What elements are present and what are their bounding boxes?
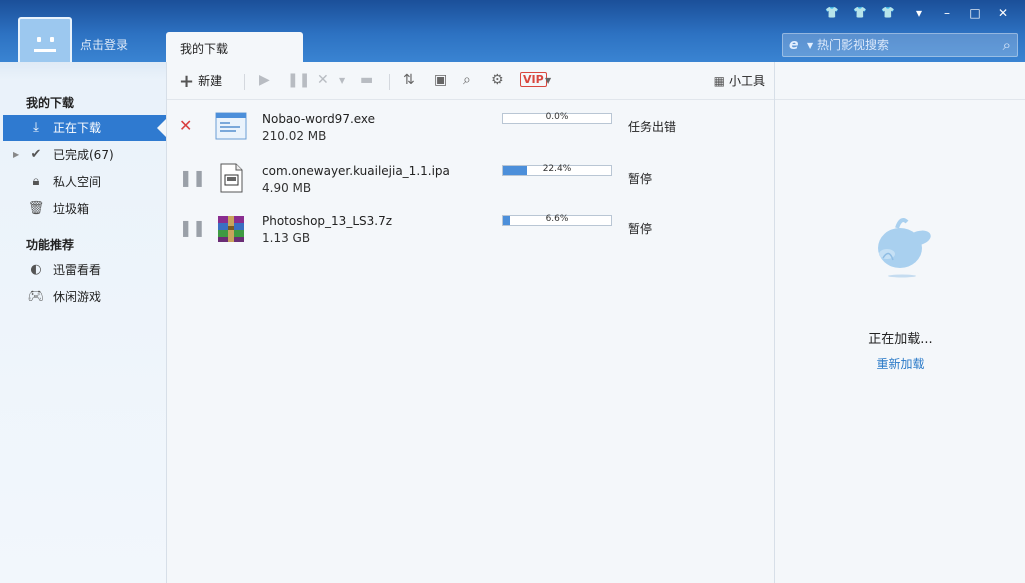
chevron-down-icon[interactable]: ▼: [545, 76, 551, 85]
download-row[interactable]: ❚❚ Photoshop_13_LS3.7z 1.13 GB 6.6% 暂停: [167, 204, 775, 256]
progress-text: 6.6%: [545, 214, 569, 224]
close-icon[interactable]: ✕: [989, 4, 1017, 22]
chevron-down-icon[interactable]: ▼: [339, 76, 345, 85]
sidebar-item-completed[interactable]: ▶ ✔ 已完成(67): [0, 142, 166, 168]
progress-text: 22.4%: [542, 164, 572, 174]
tshirt-icon[interactable]: 👕: [820, 4, 844, 22]
file-name: Nobao-word97.exe: [262, 112, 376, 126]
download-list-panel: + 新建 ▶ ❚❚ ✕ ▼ ▬ ⇅ ▣ ⌕ ⚙ VIP ▼ ▦ 小工具 ✕ No…: [166, 62, 775, 583]
progress-bar: 6.6%: [502, 214, 612, 226]
sidebar-item-label: 已完成(67): [53, 148, 114, 162]
file-size: 210.02 MB: [262, 129, 327, 143]
delete-icon[interactable]: ✕: [317, 72, 329, 88]
ie-icon[interactable]: e: [789, 37, 799, 53]
skin-icons: 👕 👕 👕: [820, 4, 900, 22]
right-panel-header: [775, 62, 1025, 100]
reload-link[interactable]: 重新加载: [775, 355, 1025, 372]
ipa-file-icon: [220, 163, 243, 193]
exe-window-icon: [215, 112, 247, 140]
menu-icon[interactable]: ▾: [905, 4, 933, 22]
status-badge: 暂停: [628, 222, 653, 236]
sidebar-item-private-space[interactable]: 🔒︎ 私人空间: [0, 169, 166, 195]
lock-icon: 🔒︎: [32, 174, 40, 189]
window-controls: ▾ – □ ✕: [905, 4, 1017, 22]
toolbar: + 新建 ▶ ❚❚ ✕ ▼ ▬ ⇅ ▣ ⌕ ⚙ VIP ▼ ▦ 小工具: [167, 62, 775, 100]
folder-icon[interactable]: ▬: [360, 72, 373, 88]
pause-icon[interactable]: ❚❚: [179, 168, 206, 187]
file-name: com.onewayer.kuailejia_1.1.ipa: [262, 164, 450, 178]
plus-icon: +: [179, 71, 195, 92]
sidebar-item-label: 迅雷看看: [53, 263, 102, 277]
search-icon[interactable]: ⌕: [1003, 36, 1011, 54]
gear-icon[interactable]: ⚙: [491, 72, 504, 88]
download-icon: ⤓: [33, 120, 39, 135]
pause-icon[interactable]: ❚❚: [287, 72, 310, 88]
trash-icon: 🗑︎: [27, 201, 45, 216]
tshirt-icon[interactable]: 👕: [876, 4, 900, 22]
sidebar-item-label: 正在下载: [53, 121, 102, 135]
pause-icon[interactable]: ❚❚: [179, 218, 206, 237]
divider: [244, 74, 245, 90]
right-panel: 正在加载... 重新加载: [774, 62, 1025, 583]
sidebar-item-label: 垃圾箱: [53, 202, 90, 216]
sidebar-item-downloading[interactable]: ⤓ 正在下载: [3, 115, 166, 141]
xunlei-window: 点击登录 👕 👕 👕 ▾ – □ ✕ 我的下载 e ▼ ⌕ 我的下载 ⤓ 正在下…: [0, 0, 1025, 583]
download-row[interactable]: ❚❚ com.onewayer.kuailejia_1.1.ipa 4.90 M…: [167, 154, 775, 206]
sidebar-section-title: 功能推荐: [26, 238, 75, 252]
xunlei-kankan-icon: ◐: [30, 262, 42, 277]
sidebar-item-label: 私人空间: [53, 175, 102, 189]
sidebar-top: [0, 62, 166, 80]
progress-text: 0.0%: [545, 112, 569, 122]
title-bar: 点击登录 👕 👕 👕 ▾ – □ ✕ 我的下载 e ▼ ⌕: [0, 0, 1025, 71]
toolbox-icon: ▦: [713, 74, 725, 88]
search-box: e ▼ ⌕: [782, 33, 1018, 57]
chevron-down-icon[interactable]: ▼: [807, 41, 813, 50]
error-x-icon[interactable]: ✕: [179, 116, 192, 135]
detail-icon[interactable]: ▣: [434, 72, 447, 88]
tab-my-downloads[interactable]: 我的下载: [166, 32, 303, 63]
check-icon: ✔: [30, 147, 42, 162]
play-icon[interactable]: ▶: [259, 72, 270, 88]
tools-button[interactable]: ▦ 小工具: [714, 72, 765, 89]
sidebar-item-label: 休闲游戏: [53, 290, 102, 304]
file-size: 4.90 MB: [262, 181, 312, 195]
sort-icon[interactable]: ⇅: [403, 72, 415, 88]
sidebar-section-title: 我的下载: [26, 96, 75, 110]
search-icon[interactable]: ⌕: [463, 72, 471, 88]
status-badge: 暂停: [628, 172, 653, 186]
sidebar-item-casual-games[interactable]: 🎮︎ 休闲游戏: [0, 284, 166, 310]
progress-bar: 22.4%: [502, 164, 612, 176]
download-row[interactable]: ✕ Nobao-word97.exe 210.02 MB 0.0% 任务出错: [167, 102, 775, 154]
search-input[interactable]: [817, 36, 987, 54]
xunlei-bird-mascot-icon: [878, 218, 931, 278]
new-task-button[interactable]: + 新建: [179, 71, 222, 92]
status-badge: 任务出错: [628, 120, 677, 134]
maximize-icon[interactable]: □: [961, 4, 989, 22]
sidebar-item-xunlei-kankan[interactable]: ◐ 迅雷看看: [0, 257, 166, 283]
loading-text: 正在加载...: [868, 332, 933, 347]
sidebar: 我的下载 ⤓ 正在下载 ▶ ✔ 已完成(67) 🔒︎ 私人空间 🗑︎ 垃圾箱 功…: [0, 80, 166, 583]
expand-arrow-icon[interactable]: ▶: [13, 142, 19, 168]
divider: [389, 74, 390, 90]
minimize-icon[interactable]: –: [933, 4, 961, 22]
vip-icon[interactable]: VIP: [520, 72, 547, 87]
file-name: Photoshop_13_LS3.7z: [262, 214, 393, 228]
file-size: 1.13 GB: [262, 231, 311, 245]
winrar-archive-icon: [218, 216, 244, 242]
login-link[interactable]: 点击登录: [80, 36, 128, 53]
sidebar-item-trash[interactable]: 🗑︎ 垃圾箱: [0, 196, 166, 222]
tshirt-green-icon[interactable]: 👕: [848, 4, 872, 22]
progress-bar: 0.0%: [502, 112, 612, 124]
gamepad-icon: 🎮︎: [27, 289, 45, 304]
